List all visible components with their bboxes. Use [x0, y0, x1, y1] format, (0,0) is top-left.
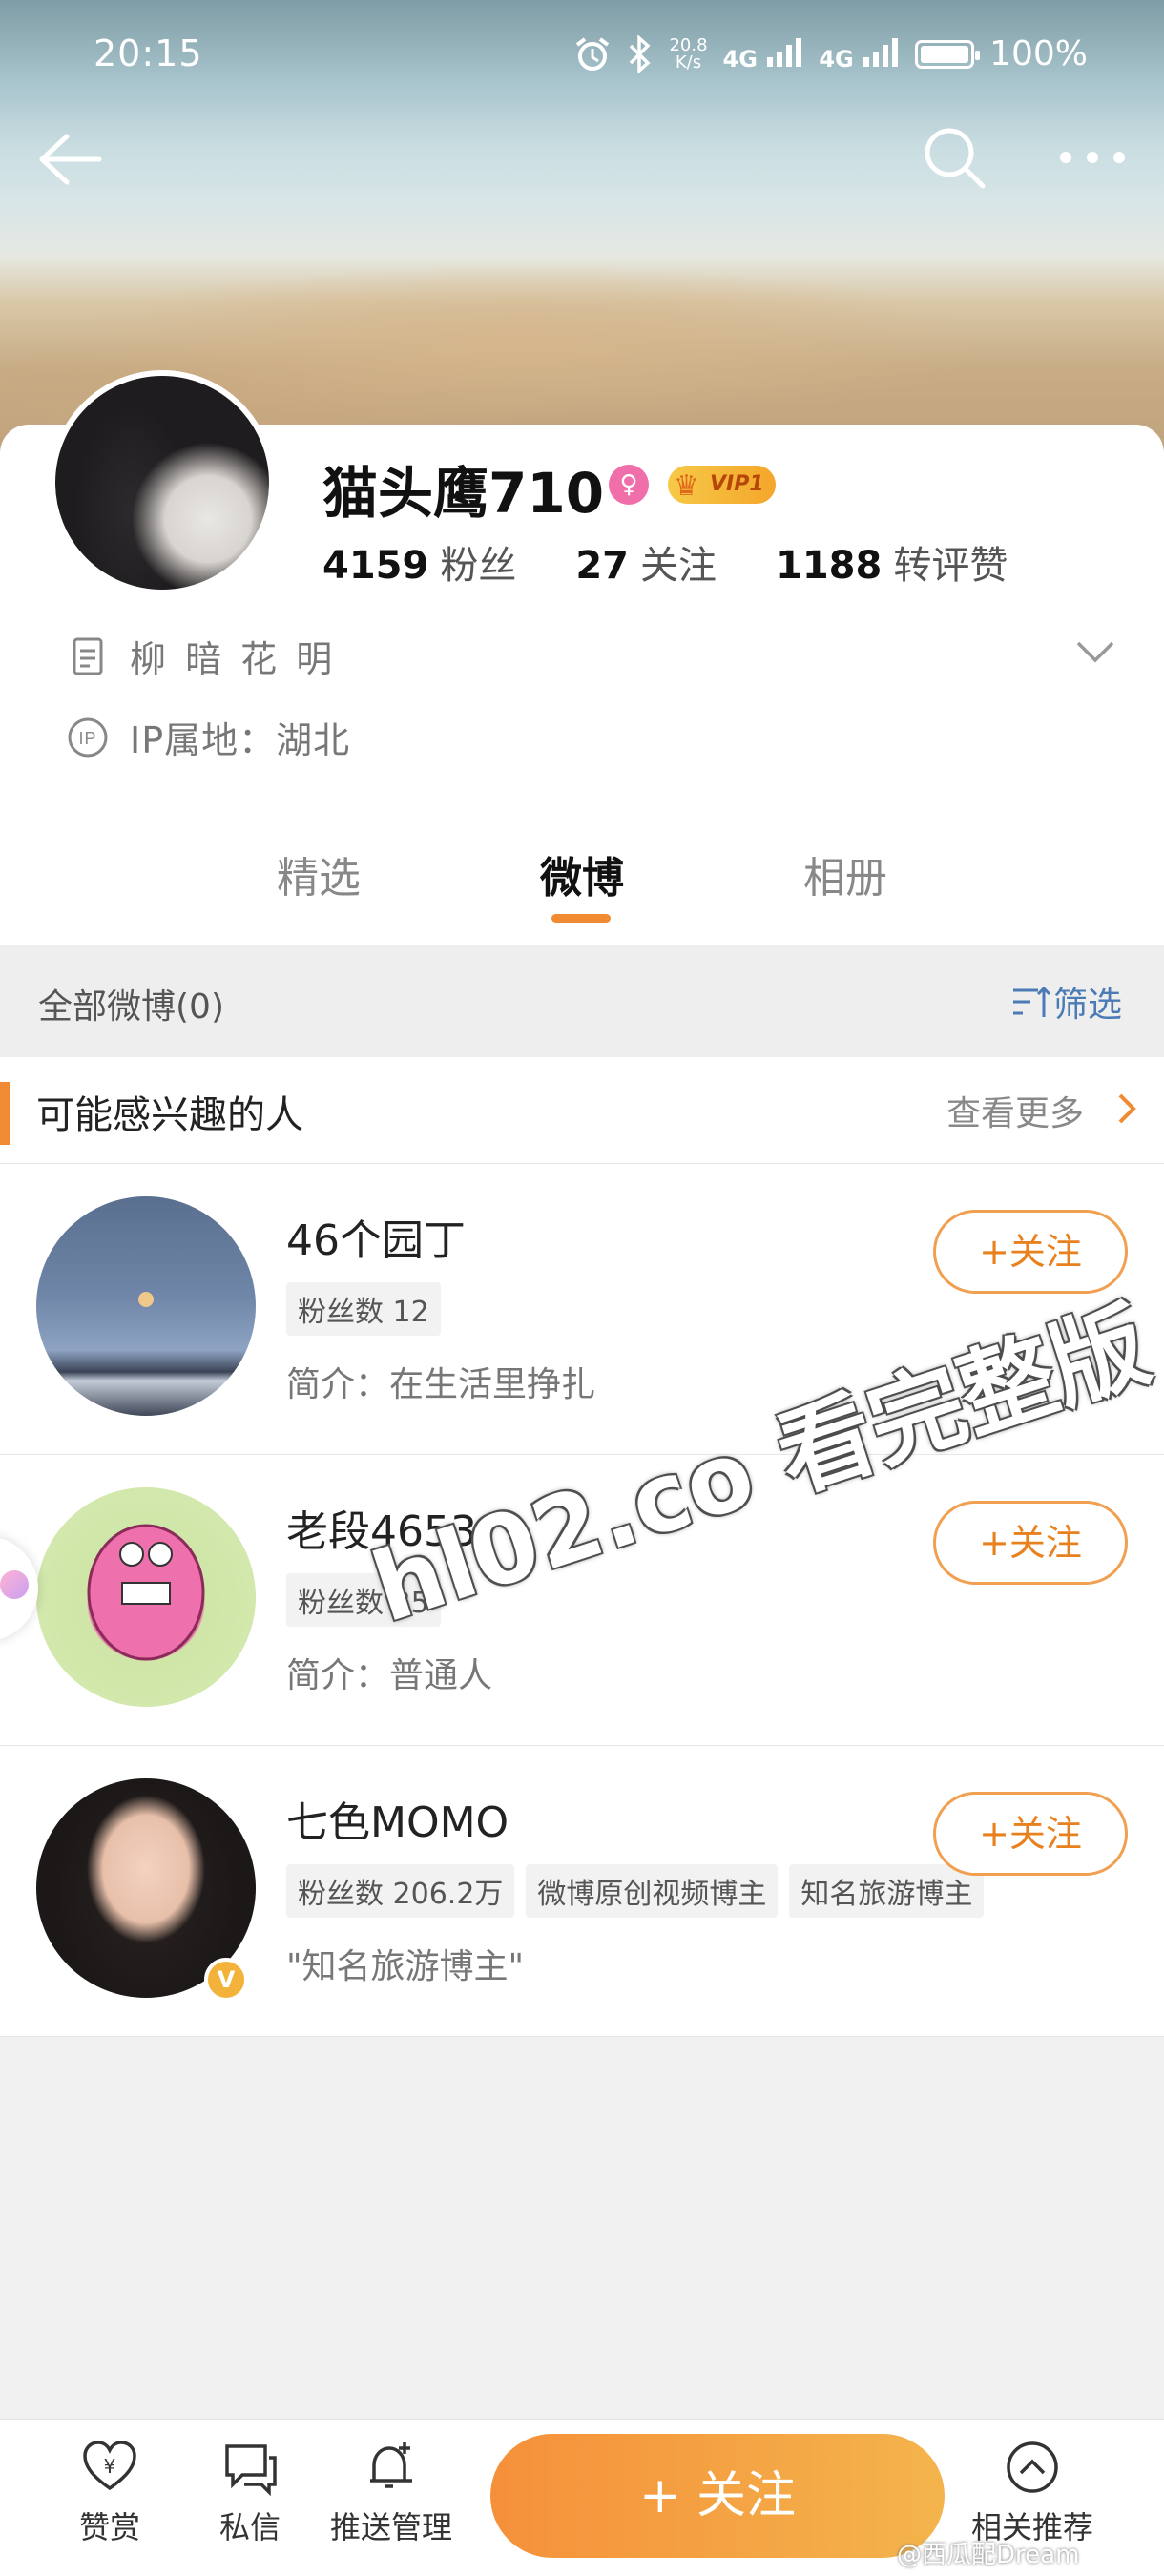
person-tag: 粉丝数 206.2万	[286, 1864, 515, 1918]
svg-text:¥: ¥	[104, 2455, 116, 2478]
chevron-up-circle-icon	[1007, 2441, 1058, 2493]
back-arrow-icon[interactable]	[36, 129, 103, 190]
chat-icon	[225, 2444, 277, 2496]
profile-tabs: 精选 微博 相册	[0, 830, 1164, 945]
status-time: 20:15	[94, 32, 203, 74]
recommend-title: 可能感兴趣的人	[36, 1093, 303, 1137]
signal-4g-2: 4G	[819, 36, 900, 73]
filter-button[interactable]: 筛选	[1009, 977, 1122, 1027]
posts-filter-bar: 全部微博(0) 筛选	[0, 945, 1164, 1057]
chevron-right-icon[interactable]	[1112, 1091, 1141, 1126]
person-desc: 简介：在生活里挣扎	[286, 1365, 596, 1404]
network-speed: 20.8 K/s	[669, 34, 708, 73]
see-more-link[interactable]: 查看更多	[946, 1086, 1084, 1135]
message-button[interactable]: 私信	[183, 2439, 317, 2547]
accent-bar	[0, 1082, 10, 1145]
follow-button[interactable]: +关注	[933, 1501, 1128, 1585]
bell-plus-icon	[370, 2442, 412, 2488]
vip-badge[interactable]: ♛ VIP1	[668, 466, 776, 504]
signal-4g-1: 4G	[723, 36, 804, 73]
person-tags: 粉丝数 206.2万 微博原创视频博主 知名旅游博主	[286, 1864, 985, 1918]
bluetooth-icon	[630, 34, 652, 73]
profile-username: 猫头鹰710	[322, 461, 605, 526]
svg-text:IP: IP	[78, 729, 96, 748]
chevron-down-icon[interactable]	[1074, 637, 1116, 666]
moon-icon	[138, 1292, 154, 1307]
avatar[interactable]	[50, 370, 275, 595]
verified-badge-icon: V	[204, 1958, 248, 2002]
stat-reposts-likes[interactable]: 1188 转评赞	[776, 534, 1008, 590]
source-credit: @西瓜配Dream	[897, 2541, 1080, 2569]
reward-heart-icon: ¥	[83, 2441, 136, 2491]
person-avatar[interactable]	[36, 1487, 256, 1707]
follow-button[interactable]: +关注	[933, 1792, 1128, 1876]
cartoon-dinosaur-icon	[87, 1524, 205, 1661]
bio-row: 柳 暗 花 明	[67, 630, 336, 682]
battery-icon	[915, 39, 981, 69]
alarm-icon	[576, 36, 610, 71]
tab-album[interactable]: 相册	[803, 843, 887, 904]
stat-following[interactable]: 27 关注	[575, 534, 717, 590]
person-tag: 粉丝数 12	[286, 1282, 441, 1336]
female-gender-icon: ♀	[609, 465, 649, 505]
profile-stats: 4159 粉丝 27 关注 1188 转评赞	[322, 534, 1008, 590]
ip-location-text: IP属地：湖北	[130, 719, 351, 761]
tab-active-indicator	[551, 914, 611, 923]
person-tag: 微博原创视频博主	[526, 1864, 779, 1918]
battery-percent: 100%	[989, 34, 1088, 73]
reward-button[interactable]: ¥ 赞赏	[43, 2439, 177, 2547]
bio-text: 柳 暗 花 明	[130, 638, 337, 680]
push-management-button[interactable]: 推送管理	[324, 2439, 458, 2547]
tab-featured[interactable]: 精选	[277, 843, 361, 904]
crown-icon: ♛	[674, 469, 699, 503]
tab-weibo[interactable]: 微博	[540, 843, 624, 904]
person-tag: 知名旅游博主	[789, 1864, 985, 1918]
search-icon[interactable]	[921, 124, 987, 191]
person-desc: "知名旅游博主"	[286, 1947, 525, 1986]
status-icons: 20.8 K/s 4G 4G 100%	[573, 34, 1088, 73]
ip-row: IP IP属地：湖北	[67, 711, 350, 763]
ip-icon: IP	[68, 717, 108, 757]
filter-icon	[1013, 986, 1051, 1017]
person-name[interactable]: 46个园丁	[286, 1206, 466, 1267]
related-recommend-button[interactable]: 相关推荐	[966, 2439, 1099, 2547]
document-icon	[73, 637, 103, 675]
signal-bars-icon	[863, 37, 899, 67]
all-posts-count[interactable]: 全部微博(0)	[38, 979, 224, 1028]
recommend-header: 可能感兴趣的人 查看更多	[0, 1057, 1164, 1164]
person-name[interactable]: 七色MOMO	[286, 1788, 509, 1849]
person-tags: 粉丝数 12	[286, 1282, 441, 1336]
status-bar: 20:15 20.8 K/s 4G 4G 100%	[0, 0, 1164, 114]
list-item[interactable]: V 七色MOMO 粉丝数 206.2万 微博原创视频博主 知名旅游博主 "知名旅…	[0, 1746, 1164, 2037]
follow-main-button[interactable]: + 关注	[490, 2434, 945, 2558]
more-options-icon[interactable]	[1054, 138, 1131, 177]
stat-followers[interactable]: 4159 粉丝	[322, 534, 516, 590]
person-desc: 简介：普通人	[286, 1656, 493, 1695]
signal-bars-icon	[767, 37, 802, 67]
person-avatar[interactable]	[36, 1196, 256, 1416]
